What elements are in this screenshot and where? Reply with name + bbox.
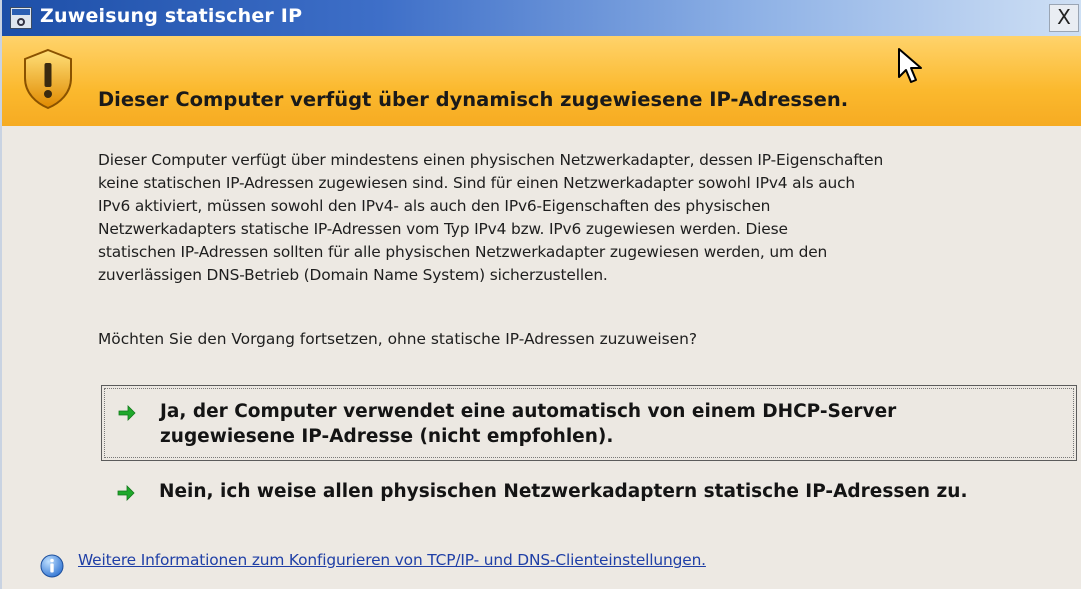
description-text: Dieser Computer verfügt über mindestens …	[98, 149, 1078, 287]
warning-shield-icon	[24, 48, 72, 110]
description-line: keine statischen IP-Adressen zugewiesen …	[98, 174, 856, 192]
window-icon	[10, 7, 32, 29]
description-line: IPv6 aktiviert, müssen sowohl den IPv4- …	[98, 197, 771, 215]
green-arrow-icon	[118, 405, 136, 421]
option-label: Nein, ich weise allen physischen Netzwer…	[159, 479, 967, 504]
more-info-link[interactable]: Weitere Informationen zum Konfigurieren …	[78, 551, 706, 569]
info-icon	[40, 554, 64, 578]
question-text: Möchten Sie den Vorgang fortsetzen, ohne…	[98, 330, 698, 348]
dialog-window: Zuweisung statischer IP X Dieser Compute…	[0, 0, 1081, 589]
option-label: Ja, der Computer verwendet eine automati…	[160, 399, 896, 449]
description-line: statischen IP-Adressen sollten für alle …	[98, 243, 828, 261]
option-label-line: Nein, ich weise allen physischen Netzwer…	[159, 481, 968, 502]
option-assign-static[interactable]: Nein, ich weise allen physischen Netzwer…	[101, 466, 1077, 516]
option-label-line: Ja, der Computer verwendet eine automati…	[160, 401, 897, 422]
banner-heading: Dieser Computer verfügt über dynamisch z…	[98, 88, 849, 111]
description-line: zuverlässigen DNS-Betrieb (Domain Name S…	[98, 266, 608, 284]
title-bar[interactable]: Zuweisung statischer IP X	[2, 0, 1081, 36]
description-line: Dieser Computer verfügt über mindestens …	[98, 151, 884, 169]
option-use-dhcp[interactable]: Ja, der Computer verwendet eine automati…	[101, 385, 1077, 461]
close-button[interactable]: X	[1049, 4, 1079, 32]
green-arrow-icon	[117, 485, 135, 501]
option-label-line: zugewiesene IP-Adresse (nicht empfohlen)…	[160, 426, 614, 447]
mouse-cursor-icon	[898, 48, 922, 83]
description-line: Netzwerkadapters statische IP-Adressen v…	[98, 220, 788, 238]
window-title: Zuweisung statischer IP	[40, 5, 303, 27]
